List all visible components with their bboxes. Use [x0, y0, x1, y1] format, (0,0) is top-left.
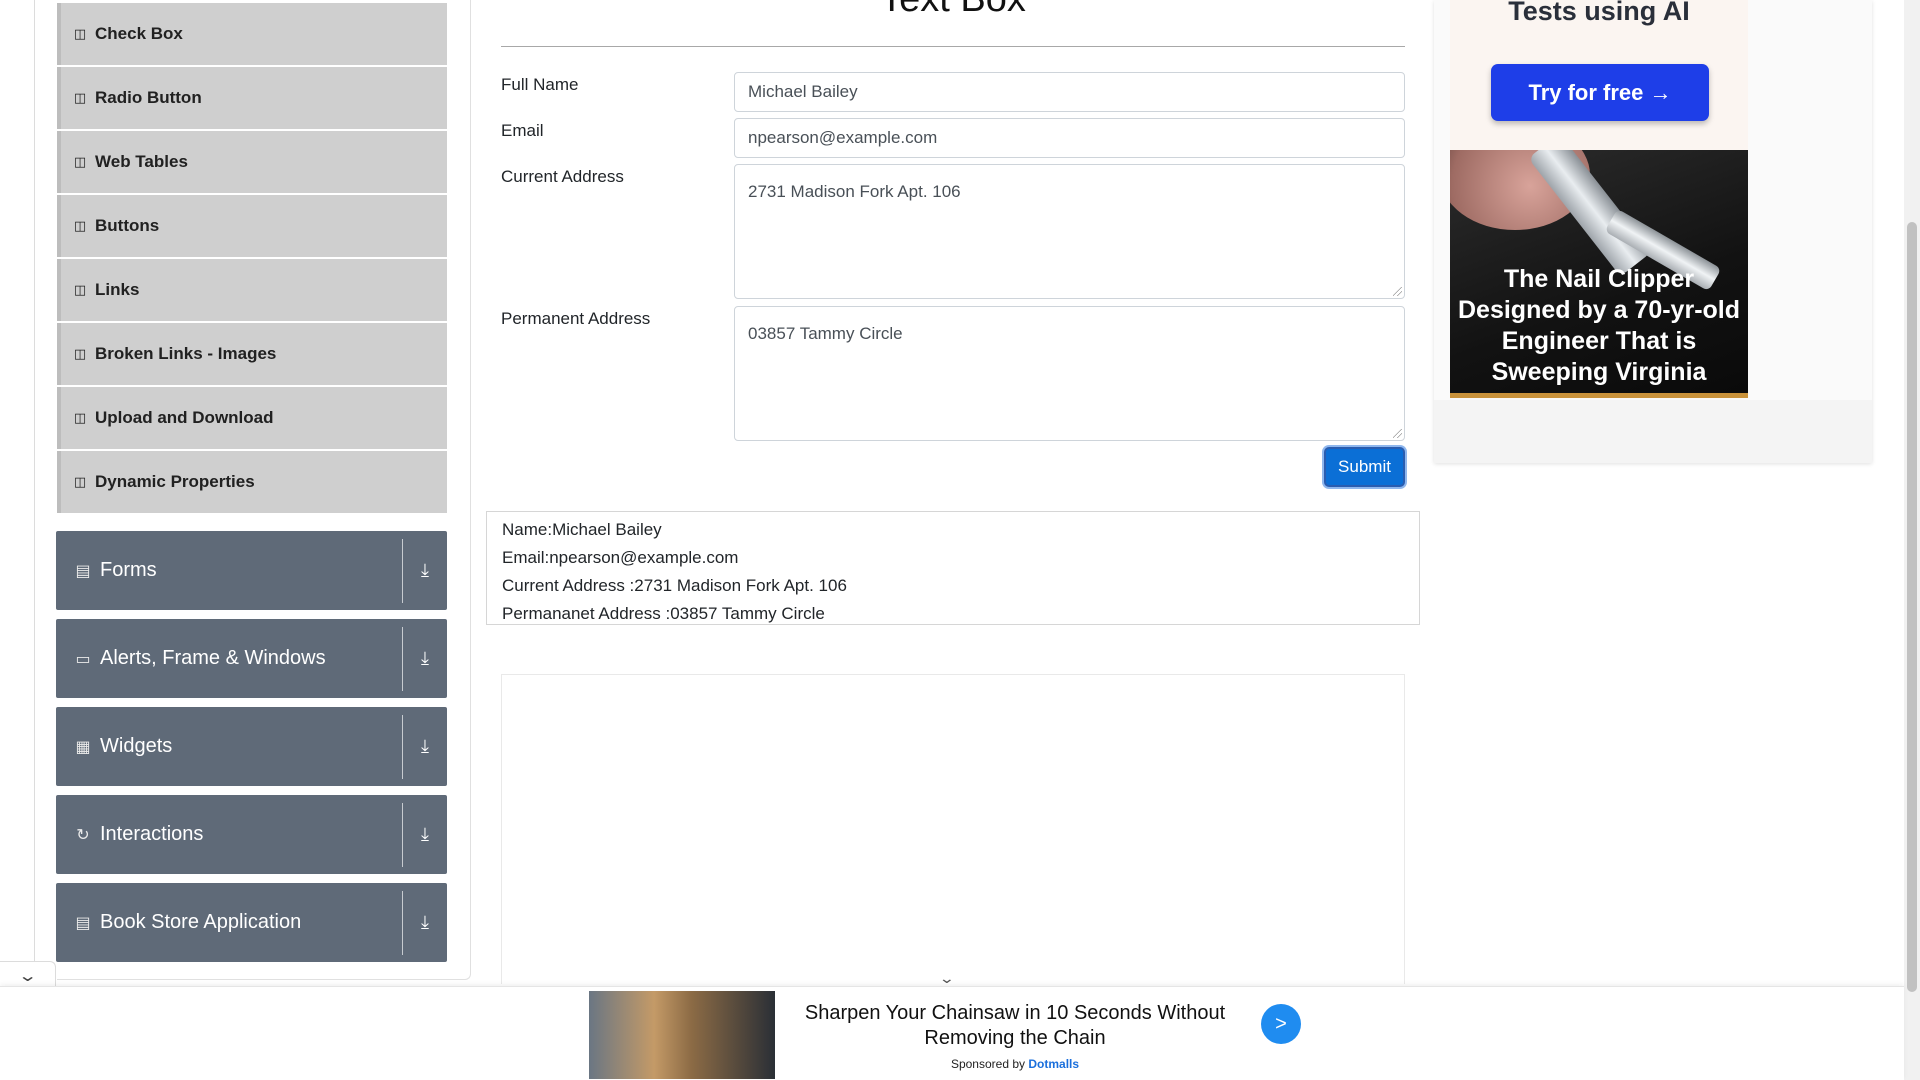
email-value: npearson@example.com [748, 128, 938, 147]
output-email: Email:npearson@example.com [502, 548, 739, 567]
full-name-label: Full Name [501, 75, 579, 94]
books-icon: ▤ [75, 914, 91, 932]
sidebar-group-interactions[interactable]: ↻ Interactions ⤓ [56, 795, 447, 874]
form-icon: ▤ [75, 562, 91, 580]
sidebar-item-label: Broken Links - Images [95, 344, 277, 363]
page-title: Text Box [500, 0, 1406, 21]
list-icon: ◫ [73, 26, 87, 41]
chevron-down-icon: ⌄ [17, 967, 38, 985]
sponsor-link[interactable]: Dotmalls [1028, 1057, 1079, 1071]
try-for-free-button[interactable]: Try for free → [1491, 64, 1709, 121]
download-arrow-icon: ⤓ [421, 560, 429, 580]
sponsored-line: Sponsored by Dotmalls [780, 1057, 1250, 1071]
output-box: Name:Michael Bailey Email:npearson@examp… [486, 511, 1420, 625]
sidebar-item-buttons[interactable]: ◫ Buttons [57, 195, 447, 257]
list-icon: ◫ [73, 346, 87, 361]
permanent-address-value: 03857 Tammy Circle [748, 324, 903, 343]
sidebar-group-alerts[interactable]: ▭ Alerts, Frame & Windows ⤓ [56, 619, 447, 698]
download-arrow-icon: ⤓ [421, 824, 429, 844]
full-name-input[interactable]: Michael Bailey [734, 72, 1405, 112]
output-current-address: Current Address :2731 Madison Fork Apt. … [502, 576, 847, 595]
output-permanent-address: Permananet Address :03857 Tammy Circle [502, 604, 825, 623]
ad-image-caption: The Nail Clipper Designed by a 70-yr-old… [1457, 265, 1741, 386]
title-divider [501, 46, 1405, 47]
group-divider [402, 714, 403, 779]
group-label: Widgets [100, 735, 173, 757]
list-icon: ◫ [73, 154, 87, 169]
permanent-address-textarea[interactable]: 03857 Tammy Circle [734, 306, 1405, 441]
page: ◫ Check Box ◫ Radio Button ◫ Web Tables … [0, 0, 1920, 1080]
sidebar-item-broken-links[interactable]: ◫ Broken Links - Images [57, 323, 447, 385]
interactions-icon: ↻ [76, 826, 90, 844]
resize-handle[interactable] [1393, 287, 1402, 296]
sidebar-item-label: Web Tables [95, 152, 188, 171]
bottom-sticky-ad[interactable]: Sharpen Your Chainsaw in 10 Seconds With… [0, 986, 1904, 1080]
sidebar-item-radio-button[interactable]: ◫ Radio Button [57, 67, 447, 129]
ad-background-pattern [1434, 400, 1872, 463]
right-ad[interactable]: Tests using AI Try for free → The Nail C… [1434, 0, 1872, 463]
download-arrow-icon: ⤓ [421, 648, 429, 668]
sidebar-item-web-tables[interactable]: ◫ Web Tables [57, 131, 447, 193]
sponsored-prefix: Sponsored by [950, 1057, 1026, 1071]
sidebar-group-widgets[interactable]: ▦ Widgets ⤓ [56, 707, 447, 786]
output-name: Name:Michael Bailey [502, 520, 662, 539]
group-label: Book Store Application [100, 911, 302, 933]
window-icon: ▭ [75, 650, 91, 668]
list-icon: ◫ [73, 474, 87, 489]
current-address-textarea[interactable]: 2731 Madison Fork Apt. 106 [734, 164, 1405, 299]
group-label: Interactions [100, 823, 204, 845]
sidebar-item-label: Dynamic Properties [95, 472, 255, 491]
chevron-down-icon[interactable]: ⌄ [939, 970, 955, 987]
ad-top-panel: Tests using AI Try for free → [1450, 0, 1748, 150]
sidebar-item-label: Upload and Download [95, 408, 274, 427]
email-input[interactable]: npearson@example.com [734, 118, 1405, 158]
group-divider [402, 626, 403, 691]
sidebar-item-check-box[interactable]: ◫ Check Box [57, 3, 447, 65]
sidebar-item-label: Buttons [95, 216, 160, 235]
left-divider [34, 0, 35, 980]
download-arrow-icon: ⤓ [421, 736, 429, 756]
sidebar-item-upload-download[interactable]: ◫ Upload and Download [57, 387, 447, 449]
sidebar-item-label: Check Box [95, 24, 183, 43]
chainsaw-ad-image[interactable] [589, 991, 775, 1079]
download-arrow-icon: ⤓ [421, 912, 429, 932]
widgets-icon: ▦ [75, 738, 91, 756]
list-icon: ◫ [73, 218, 87, 233]
sidebar-group-book-store[interactable]: ▤ Book Store Application ⤓ [56, 883, 447, 962]
current-address-value: 2731 Madison Fork Apt. 106 [748, 182, 961, 201]
ad-headline: Tests using AI [1508, 0, 1690, 26]
scrollbar-thumb[interactable] [1907, 222, 1917, 992]
full-name-value: Michael Bailey [748, 82, 858, 101]
group-label: Alerts, Frame & Windows [100, 647, 326, 669]
permanent-address-label: Permanent Address [501, 309, 651, 328]
list-icon: ◫ [73, 90, 87, 105]
resize-handle[interactable] [1393, 429, 1402, 438]
group-divider [402, 538, 403, 603]
sidebar-item-label: Links [95, 280, 140, 299]
sidebar-group-forms[interactable]: ▤ Forms ⤓ [56, 531, 447, 610]
list-icon: ◫ [73, 410, 87, 425]
bottom-ad-headline[interactable]: Sharpen Your Chainsaw in 10 Seconds With… [780, 1001, 1250, 1051]
list-icon: ◫ [73, 282, 87, 297]
sidebar-item-dynamic-properties[interactable]: ◫ Dynamic Properties [57, 451, 447, 513]
sidebar-item-label: Radio Button [95, 88, 202, 107]
group-divider [402, 890, 403, 955]
group-label: Forms [100, 559, 157, 581]
ad-placeholder [501, 674, 1405, 984]
sidebar-item-links[interactable]: ◫ Links [57, 259, 447, 321]
collapse-ad-button[interactable]: ⌄ [0, 961, 56, 989]
ad-go-button[interactable]: > [1261, 1004, 1301, 1044]
email-label: Email [501, 121, 544, 140]
nail-clipper-ad-image[interactable]: The Nail Clipper Designed by a 70-yr-old… [1450, 150, 1748, 398]
current-address-label: Current Address [501, 167, 624, 186]
submit-button[interactable]: Submit [1324, 447, 1405, 487]
group-divider [402, 802, 403, 867]
